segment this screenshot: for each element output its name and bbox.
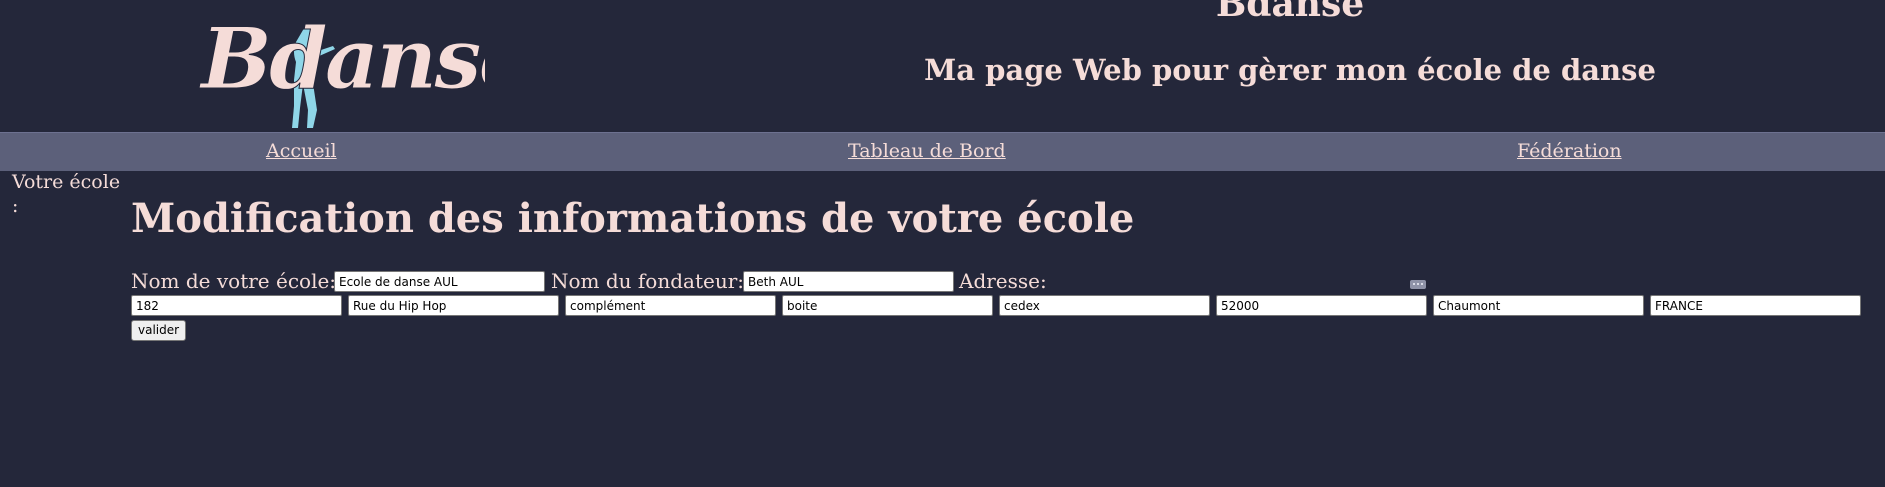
school-name-label: Nom de votre école: — [131, 269, 337, 293]
postal-code-input[interactable] — [1216, 295, 1427, 316]
cedex-input[interactable] — [999, 295, 1210, 316]
city-input[interactable] — [1433, 295, 1644, 316]
sidebar-label: Votre école : — [12, 171, 121, 217]
founder-label: Nom du fondateur: — [551, 269, 745, 293]
submit-button[interactable]: valider — [131, 320, 187, 341]
founder-input[interactable] — [743, 271, 954, 292]
site-subtitle: Ma page Web pour gèrer mon école de dans… — [924, 53, 1656, 87]
school-name-input[interactable] — [334, 271, 545, 292]
bdanse-logo: Bdanse — [199, 9, 485, 128]
page-title: Modification des informations de votre é… — [131, 195, 1135, 242]
keyboard-icon — [1410, 280, 1426, 289]
nav-link-federation[interactable]: Fédération — [1517, 140, 1622, 162]
country-input[interactable] — [1650, 295, 1861, 316]
complement-input[interactable] — [565, 295, 776, 316]
svg-text:Bdanse: Bdanse — [199, 9, 485, 108]
nav-link-tableau-de-bord[interactable]: Tableau de Bord — [848, 140, 1006, 162]
site-header: Bdanse Bdanse Ma page Web pour gèrer mon… — [0, 0, 1885, 132]
site-title: Bdanse — [1215, 0, 1365, 25]
street-number-input[interactable] — [131, 295, 342, 316]
main-nav: Accueil Tableau de Bord Fédération — [0, 132, 1885, 171]
address-label: Adresse: — [959, 269, 1047, 293]
nav-link-accueil[interactable]: Accueil — [266, 140, 337, 162]
box-input[interactable] — [782, 295, 993, 316]
street-input[interactable] — [348, 295, 559, 316]
